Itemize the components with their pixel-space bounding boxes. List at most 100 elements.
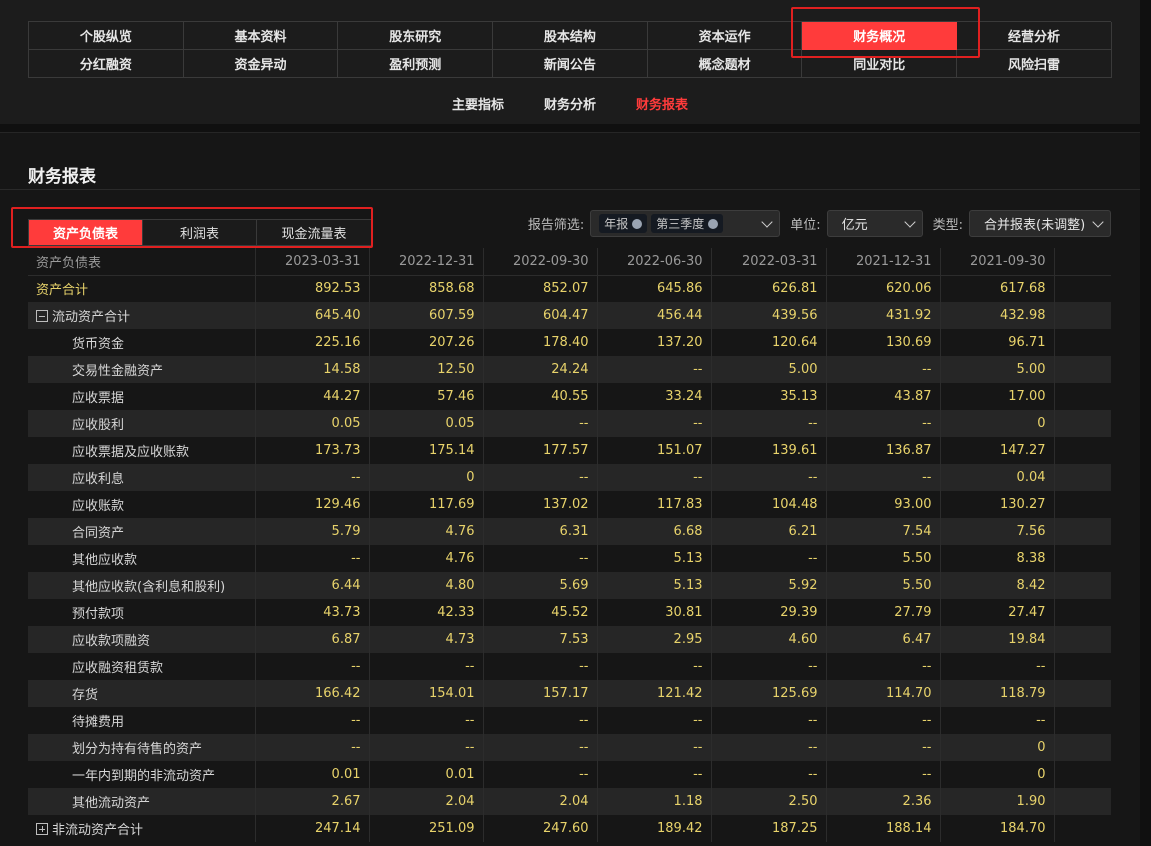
- table-row: 资产合计 892.53 858.68 852.07 645.86 626.81 620.06…: [28, 275, 1111, 302]
- value-cell: --: [596, 410, 711, 437]
- value-cell: 184.70: [939, 815, 1054, 842]
- row-label: 合同资产: [72, 526, 125, 541]
- value-cell: 0.01: [368, 761, 483, 788]
- sub-tab-0[interactable]: 主要指标: [452, 94, 504, 113]
- nav-item-row1-6[interactable]: 经营分析: [957, 22, 1112, 50]
- value-cell: --: [939, 653, 1054, 680]
- value-cell: 5.50: [825, 572, 940, 599]
- value-cell: 96.71: [939, 329, 1054, 356]
- column-header-date[interactable]: 2023-03-31: [254, 248, 369, 276]
- table-body: 资产合计 892.53 858.68 852.07 645.86 626.81 620.06…: [28, 275, 1111, 842]
- nav-item-row2-1[interactable]: 资金异动: [183, 50, 339, 78]
- value-cell: --: [825, 356, 940, 383]
- nav-item-row2-3[interactable]: 新闻公告: [493, 50, 648, 78]
- page-scrollbar[interactable]: [1140, 0, 1151, 846]
- value-cell: 432.98: [939, 302, 1054, 329]
- remove-chip-icon[interactable]: [708, 218, 719, 229]
- column-header-date[interactable]: 202: [1053, 248, 1111, 276]
- nav-item-row1-3[interactable]: 股本结构: [493, 22, 648, 50]
- row-label: 预付款项: [72, 607, 125, 622]
- value-cell: 118.79: [939, 680, 1054, 707]
- nav-item-row1-5[interactable]: 财务概况: [802, 22, 958, 50]
- value-cell: 33.24: [596, 383, 711, 410]
- value-cell: 4.76: [368, 518, 483, 545]
- unit-select[interactable]: 亿元: [826, 210, 923, 237]
- value-cell: 139.61: [710, 437, 826, 464]
- sub-tab-2[interactable]: 财务报表: [636, 94, 688, 113]
- value-cell: 137.20: [596, 329, 711, 356]
- value-cell: 0: [939, 761, 1054, 788]
- nav-item-row2-2[interactable]: 盈利预测: [338, 50, 494, 78]
- statement-tab-1[interactable]: 利润表: [143, 220, 257, 245]
- expand-icon[interactable]: [36, 823, 48, 835]
- value-cell: [1053, 464, 1111, 491]
- sub-tab-1[interactable]: 财务分析: [544, 94, 596, 113]
- statement-tab-2[interactable]: 现金流量表: [257, 220, 371, 245]
- row-label: 应收利息: [72, 472, 125, 487]
- column-header-date[interactable]: 2022-09-30: [482, 248, 597, 276]
- table-row: 应收款项融资 6.87 4.73 7.53 2.95 4.60 6.47 19.84: [28, 626, 1111, 653]
- value-cell: [1053, 626, 1111, 653]
- row-label: 资产合计: [36, 283, 89, 299]
- nav-item-row1-0[interactable]: 个股纵览: [29, 22, 184, 50]
- column-header-date[interactable]: 2021-09-30: [939, 248, 1054, 276]
- value-cell: 29.39: [710, 599, 826, 626]
- value-cell: --: [254, 464, 369, 491]
- value-cell: [1053, 329, 1111, 356]
- row-label-cell: 应收融资租赁款: [28, 653, 255, 680]
- nav-item-row2-6[interactable]: 风险扫雷: [957, 50, 1112, 78]
- row-label-cell[interactable]: 流动资产合计: [28, 302, 255, 329]
- report-chip-q3[interactable]: 第三季度: [651, 214, 724, 233]
- row-label-cell[interactable]: 非流动资产合计: [28, 815, 255, 842]
- value-cell: [1053, 815, 1111, 842]
- value-cell: 117.83: [596, 491, 711, 518]
- value-cell: --: [368, 653, 483, 680]
- value-cell: --: [939, 707, 1054, 734]
- statement-tab-0[interactable]: 资产负债表: [29, 220, 143, 245]
- section-divider-line: [0, 189, 1140, 190]
- value-cell: 247.60: [482, 815, 597, 842]
- remove-chip-icon[interactable]: [632, 218, 643, 229]
- row-label-cell: 预付款项: [28, 599, 255, 626]
- value-cell: 6.87: [254, 626, 369, 653]
- nav-item-row2-5[interactable]: 同业对比: [802, 50, 958, 78]
- value-cell: 7.54: [825, 518, 940, 545]
- value-cell: 8.38: [939, 545, 1054, 572]
- value-cell: 247.14: [254, 815, 369, 842]
- column-header-date[interactable]: 2022-06-30: [596, 248, 711, 276]
- report-type-select[interactable]: 合并报表(未调整): [969, 210, 1111, 237]
- value-cell: 24.24: [482, 356, 597, 383]
- value-cell: --: [710, 410, 826, 437]
- nav-item-row1-2[interactable]: 股东研究: [338, 22, 494, 50]
- row-label-cell: 划分为持有待售的资产: [28, 734, 255, 761]
- column-header-date[interactable]: 2021-12-31: [825, 248, 940, 276]
- nav-item-row1-1[interactable]: 基本资料: [183, 22, 339, 50]
- nav-item-row2-4[interactable]: 概念题材: [647, 50, 803, 78]
- report-filter-select[interactable]: 年报 第三季度: [590, 210, 781, 237]
- column-header-date[interactable]: 2022-03-31: [710, 248, 826, 276]
- collapse-icon[interactable]: [36, 310, 48, 322]
- nav-row-2: 分红融资 资金异动 盈利预测 新闻公告 概念题材 同业对比 风险扫雷: [29, 50, 1112, 78]
- value-cell: 0: [939, 410, 1054, 437]
- row-label-cell: 合同资产: [28, 518, 255, 545]
- report-chip-annual[interactable]: 年报: [599, 214, 648, 233]
- value-cell: [1053, 356, 1111, 383]
- column-header-date[interactable]: 2022-12-31: [368, 248, 483, 276]
- value-cell: --: [596, 707, 711, 734]
- value-cell: 892.53: [254, 275, 369, 302]
- row-label-cell: 应收利息: [28, 464, 255, 491]
- value-cell: --: [254, 734, 369, 761]
- value-cell: --: [710, 734, 826, 761]
- nav-item-row1-4[interactable]: 资本运作: [647, 22, 803, 50]
- balance-sheet-table-wrap: 资产负债表 2023-03-31 2022-12-31 2022-09-30 2022-…: [28, 248, 1111, 846]
- value-cell: 154.01: [368, 680, 483, 707]
- value-cell: 130.69: [825, 329, 940, 356]
- table-row: 存货 166.42 154.01 157.17 121.42 125.69 114.70 11…: [28, 680, 1111, 707]
- nav-item-row2-0[interactable]: 分红融资: [29, 50, 184, 78]
- value-cell: 114.70: [825, 680, 940, 707]
- value-cell: 4.80: [368, 572, 483, 599]
- value-cell: --: [596, 653, 711, 680]
- value-cell: --: [710, 707, 826, 734]
- value-cell: [1053, 383, 1111, 410]
- row-label: 其他应收款(含利息和股利): [72, 580, 226, 595]
